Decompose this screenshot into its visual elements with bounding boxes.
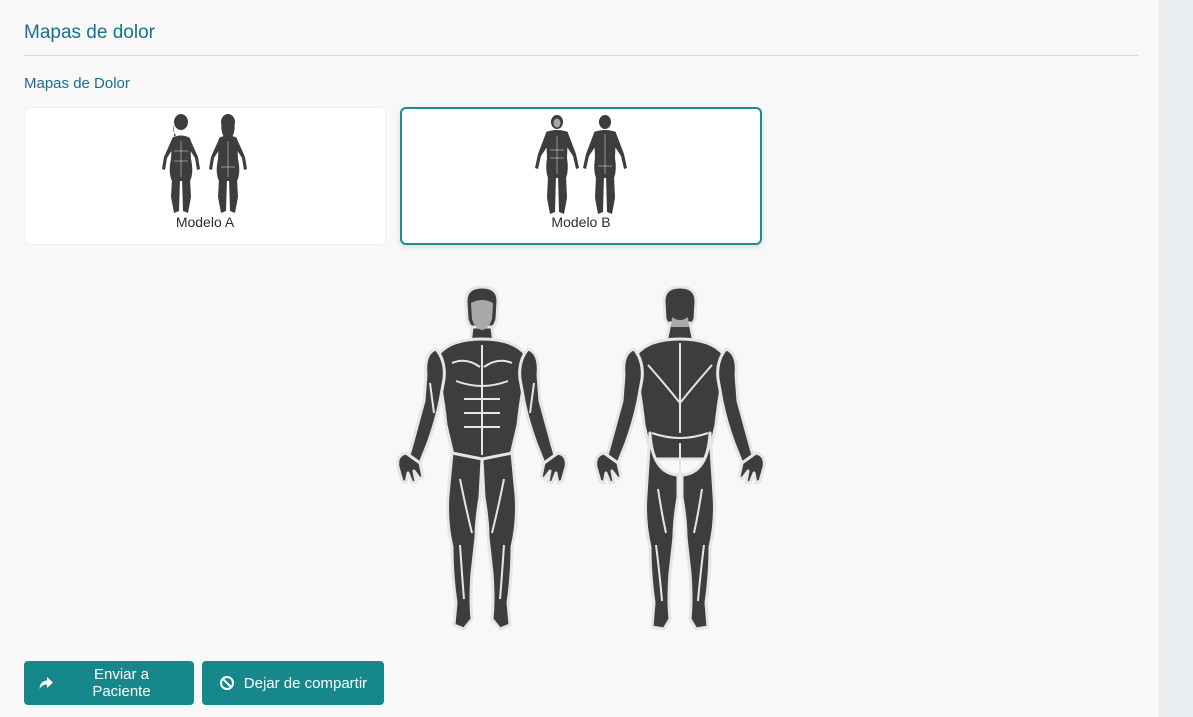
back-body-figure[interactable]	[594, 285, 766, 631]
front-body-figure[interactable]	[396, 285, 568, 631]
male-body-thumbnail-icon	[535, 115, 627, 214]
title-divider	[24, 55, 1138, 56]
stop-sharing-button[interactable]: Dejar de compartir	[202, 661, 384, 705]
section-title: Mapas de Dolor	[24, 75, 130, 92]
stop-sharing-label: Dejar de compartir	[243, 674, 368, 692]
model-b-label: Modelo B	[551, 214, 611, 230]
share-arrow-icon	[38, 675, 54, 691]
pain-map-panel: Mapas de dolor Mapas de Dolor Modelo A M…	[0, 0, 1158, 717]
ban-icon	[219, 675, 235, 691]
model-a-card[interactable]: Modelo A	[24, 107, 386, 245]
model-a-label: Modelo A	[175, 214, 235, 230]
send-to-patient-button[interactable]: Enviar a Paciente	[24, 661, 194, 705]
page-title: Mapas de dolor	[24, 22, 155, 43]
vertical-scrollbar[interactable]	[1158, 0, 1193, 717]
female-body-thumbnail-icon	[162, 114, 247, 213]
body-map-canvas[interactable]	[390, 283, 770, 639]
model-b-card[interactable]: Modelo B	[400, 107, 762, 245]
send-to-patient-label: Enviar a Paciente	[92, 666, 151, 700]
